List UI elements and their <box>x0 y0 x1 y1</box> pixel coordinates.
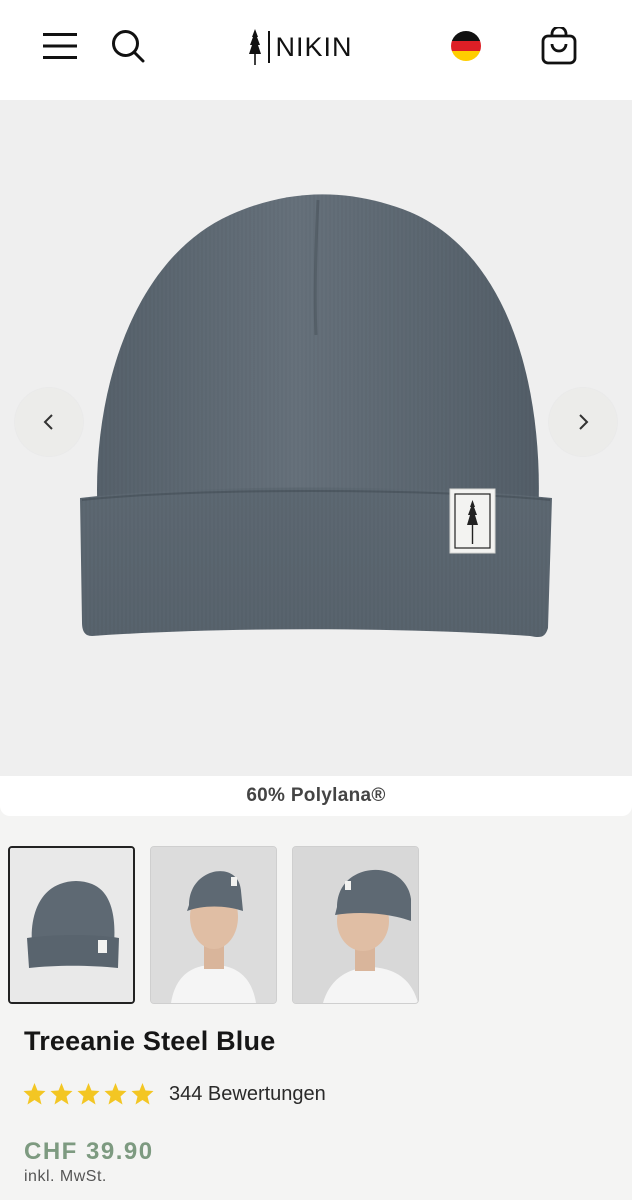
german-flag-icon <box>451 31 481 61</box>
site-header: NIKIN <box>0 0 632 100</box>
thumbnail-strip <box>8 846 419 1004</box>
shopping-bag-icon <box>541 27 577 65</box>
star-icon <box>104 1083 127 1105</box>
material-label: 60% Polylana® <box>0 776 632 816</box>
thumbnail-image <box>10 848 133 1002</box>
thumbnail-image <box>151 847 276 1003</box>
carousel-prev-button[interactable] <box>15 388 83 456</box>
chevron-right-icon <box>579 414 589 430</box>
product-rating[interactable]: 344 Bewertungen <box>22 1082 326 1106</box>
search-button[interactable] <box>104 22 152 70</box>
tree-logo-icon <box>249 29 261 65</box>
search-icon <box>112 30 145 63</box>
brand-name: NIKIN <box>275 31 353 62</box>
hamburger-menu-icon <box>43 33 77 59</box>
tax-note: inkl. MwSt. <box>24 1168 107 1185</box>
star-icon <box>23 1083 46 1105</box>
thumbnail-image <box>293 847 418 1003</box>
star-icon <box>50 1083 73 1105</box>
cart-button[interactable] <box>535 22 583 70</box>
product-image-carousel[interactable] <box>0 100 632 776</box>
thumbnail-beanie-front[interactable] <box>8 846 135 1004</box>
thumbnail-model-side[interactable] <box>292 846 419 1004</box>
star-rating <box>22 1082 155 1106</box>
star-icon <box>77 1083 100 1105</box>
product-image-beanie <box>80 194 552 638</box>
language-selector[interactable] <box>442 22 490 70</box>
thumbnail-model-front[interactable] <box>150 846 277 1004</box>
logo-separator <box>268 31 270 63</box>
star-icon <box>131 1083 154 1105</box>
chevron-left-icon <box>43 414 53 430</box>
product-price: CHF 39.90 <box>24 1138 154 1165</box>
carousel-next-button[interactable] <box>549 388 617 456</box>
brand-logo[interactable]: NIKIN <box>248 26 353 68</box>
menu-button[interactable] <box>36 22 84 70</box>
product-title: Treeanie Steel Blue <box>24 1026 276 1056</box>
reviews-link[interactable]: 344 Bewertungen <box>169 1083 326 1106</box>
